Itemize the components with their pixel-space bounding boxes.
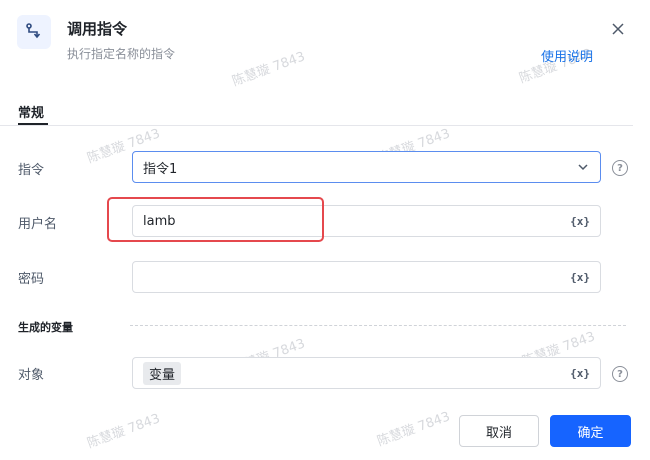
- object-help-icon[interactable]: ?: [612, 366, 628, 382]
- username-input[interactable]: lamb {x}: [132, 205, 601, 237]
- tab-bar: 常规: [0, 94, 633, 126]
- command-help-icon[interactable]: ?: [612, 160, 628, 176]
- cancel-button[interactable]: 取消: [459, 415, 539, 447]
- help-link[interactable]: 使用说明: [541, 46, 593, 65]
- username-input-value: lamb: [143, 213, 176, 229]
- invoke-command-dialog: 陈慧璇 7843 陈慧璇 7843 陈慧璇 7843 陈慧璇 7843 陈慧璇 …: [0, 0, 650, 460]
- tab-active-indicator: [18, 123, 48, 125]
- command-select[interactable]: 指令1: [132, 151, 601, 183]
- chevron-down-icon: [576, 160, 590, 174]
- command-select-value: 指令1: [143, 161, 178, 177]
- username-label: 用户名: [18, 217, 58, 232]
- close-button[interactable]: [607, 18, 629, 40]
- close-icon: [612, 23, 624, 35]
- watermark: 陈慧璇 7843: [375, 409, 453, 450]
- insert-variable-icon[interactable]: {x}: [570, 215, 590, 228]
- password-input[interactable]: {x}: [132, 261, 601, 293]
- command-label: 指令: [18, 163, 45, 178]
- variable-tag[interactable]: 变量: [143, 361, 182, 385]
- password-label: 密码: [18, 272, 45, 287]
- watermark: 陈慧璇 7843: [85, 411, 163, 452]
- dialog-subtitle: 执行指定名称的指令: [67, 47, 176, 61]
- object-input[interactable]: 变量 {x}: [132, 357, 601, 389]
- object-label: 对象: [18, 368, 45, 383]
- watermark: 陈慧璇 7843: [230, 49, 308, 90]
- insert-variable-icon[interactable]: {x}: [570, 271, 590, 284]
- insert-variable-icon[interactable]: {x}: [570, 367, 590, 380]
- dialog-title: 调用指令: [67, 20, 128, 38]
- section-divider: [130, 325, 626, 326]
- object-input-value: 变量: [143, 361, 570, 385]
- command-flow-icon: [17, 15, 51, 49]
- generated-variables-title: 生成的变量: [18, 321, 73, 334]
- confirm-button[interactable]: 确定: [550, 415, 631, 447]
- flow-arrow-icon: [26, 23, 41, 39]
- tab-general[interactable]: 常规: [18, 102, 44, 130]
